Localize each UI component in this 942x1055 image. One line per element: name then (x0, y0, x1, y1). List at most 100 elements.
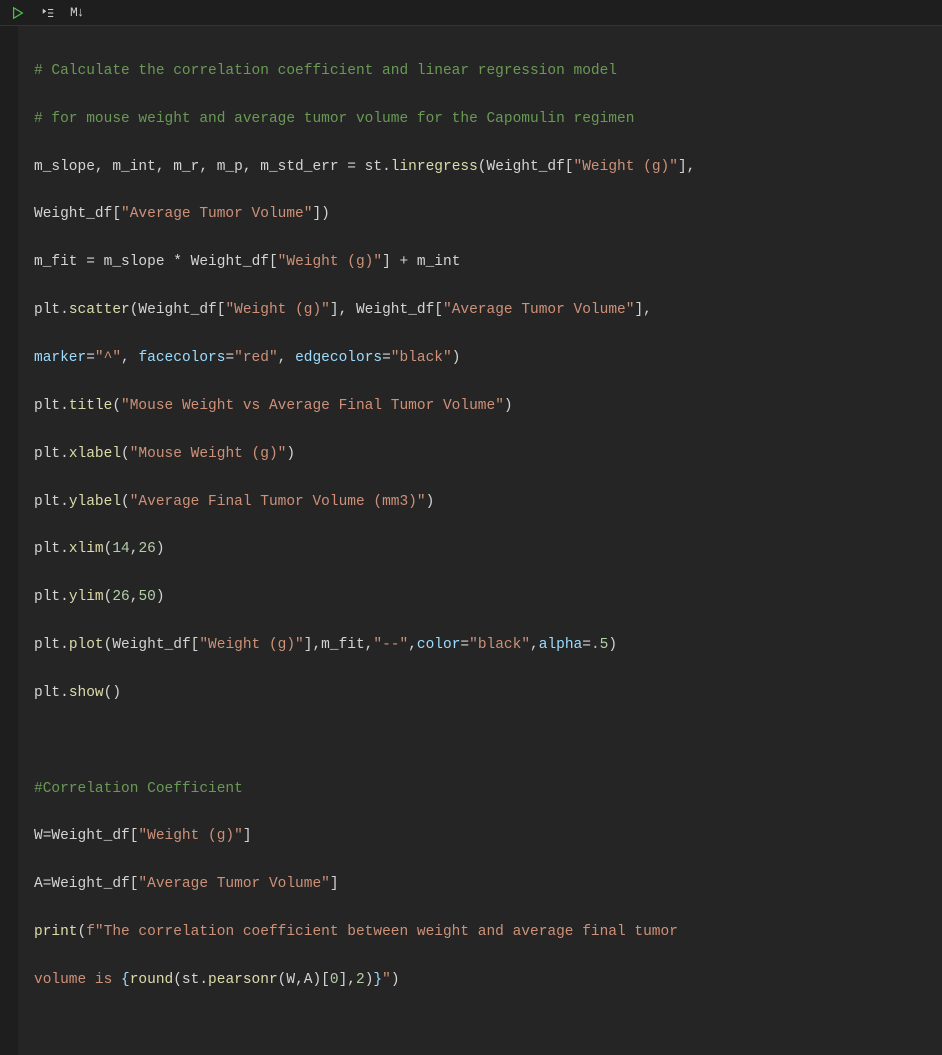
code-token: Weight_df[ (51, 828, 138, 844)
code-token: "black" (469, 637, 530, 653)
code-token: ) (504, 398, 513, 414)
code-token: ( (121, 494, 130, 510)
code-token: ] (243, 828, 252, 844)
code-cell: # Calculate the correlation coefficient … (0, 26, 942, 1055)
code-token: linregress (391, 159, 478, 175)
code-token: f"The correlation coefficient between we… (86, 924, 686, 940)
code-token: "Mouse Weight (g)" (130, 446, 287, 462)
code-token: plt. (34, 589, 69, 605)
code-token: + (400, 254, 409, 270)
cell-toolbar: M↓ (0, 0, 942, 26)
code-token: (Weight_df[ (130, 302, 226, 318)
code-token: edgecolors (295, 350, 382, 366)
code-token: = (225, 350, 234, 366)
code-token: (st. (173, 972, 208, 988)
code-token: ], Weight_df[ (330, 302, 443, 318)
code-token: (Weight_df[ (104, 637, 200, 653)
code-token: "--" (373, 637, 408, 653)
code-token: A (34, 876, 43, 892)
code-token: m_slope (95, 254, 173, 270)
code-token: "Weight (g)" (278, 254, 382, 270)
code-token: , (530, 637, 539, 653)
code-token: "black" (391, 350, 452, 366)
code-token: () (104, 685, 121, 701)
code-token: plt. (34, 685, 69, 701)
code-token: title (69, 398, 113, 414)
code-token: "red" (234, 350, 278, 366)
code-token: , (121, 350, 138, 366)
code-token: = (582, 637, 591, 653)
code-token: { (121, 972, 130, 988)
code-comment: # for mouse weight and average tumor vol… (34, 111, 634, 127)
code-token: 14 (112, 541, 129, 557)
run-cell-icon[interactable] (10, 5, 26, 21)
code-token: ) (286, 446, 295, 462)
code-comment: # Calculate the correlation coefficient … (34, 63, 617, 79)
code-token: ( (78, 924, 87, 940)
code-token: plt. (34, 637, 69, 653)
code-token: "Weight (g)" (138, 828, 242, 844)
code-token: color (417, 637, 461, 653)
code-token: = (86, 254, 95, 270)
code-token: 50 (138, 589, 155, 605)
code-token: ylabel (69, 494, 121, 510)
code-token: ) (608, 637, 617, 653)
code-token: = (43, 876, 52, 892)
code-token: show (69, 685, 104, 701)
code-token: plt. (34, 398, 69, 414)
code-token: xlabel (69, 446, 121, 462)
code-token: = (347, 159, 356, 175)
code-token: , (278, 350, 295, 366)
code-token: ], (634, 302, 651, 318)
code-token: ) (156, 541, 165, 557)
code-token: scatter (69, 302, 130, 318)
code-token: ], (339, 972, 356, 988)
code-token: facecolors (138, 350, 225, 366)
code-token: Weight_df[ (182, 254, 278, 270)
code-editor[interactable]: # Calculate the correlation coefficient … (18, 26, 942, 1055)
code-token: ylim (69, 589, 104, 605)
markdown-icon[interactable]: M↓ (70, 2, 84, 23)
code-token: pearsonr (208, 972, 278, 988)
code-token: (W,A)[ (278, 972, 330, 988)
code-token: * (173, 254, 182, 270)
code-token: marker (34, 350, 86, 366)
code-token: "Weight (g)" (574, 159, 678, 175)
code-token: ) (452, 350, 461, 366)
code-token: 2 (356, 972, 365, 988)
code-token: Weight_df[ (51, 876, 138, 892)
code-token: m_slope, m_int, m_r, m_p, m_std_err (34, 159, 347, 175)
code-token: "Average Final Tumor Volume (mm3)" (130, 494, 426, 510)
code-token: plt. (34, 541, 69, 557)
code-token: volume is (34, 972, 121, 988)
code-token: " (382, 972, 391, 988)
code-token: ) (391, 972, 400, 988)
code-token: m_fit (34, 254, 86, 270)
code-token: 0 (330, 972, 339, 988)
code-token: , (408, 637, 417, 653)
code-token: ], (678, 159, 695, 175)
code-token: ]) (312, 206, 329, 222)
code-token: ) (156, 589, 165, 605)
code-token: Weight_df[ (34, 206, 121, 222)
cell-gutter (0, 26, 18, 1055)
code-token: m_int (408, 254, 460, 270)
code-token: "^" (95, 350, 121, 366)
code-token: ] (382, 254, 399, 270)
code-token: plot (69, 637, 104, 653)
code-token: ) (426, 494, 435, 510)
code-token: alpha (539, 637, 583, 653)
code-token: 26 (138, 541, 155, 557)
code-token: ( (121, 446, 130, 462)
code-comment: #Correlation Coefficient (34, 781, 243, 797)
code-token: xlim (69, 541, 104, 557)
code-token: 26 (112, 589, 129, 605)
code-token: = (86, 350, 95, 366)
code-token: round (130, 972, 174, 988)
code-token: W (34, 828, 43, 844)
code-token: ) (365, 972, 374, 988)
run-by-line-icon[interactable] (40, 5, 56, 21)
code-token: st. (356, 159, 391, 175)
code-token: .5 (591, 637, 608, 653)
code-token: "Average Tumor Volume" (443, 302, 634, 318)
